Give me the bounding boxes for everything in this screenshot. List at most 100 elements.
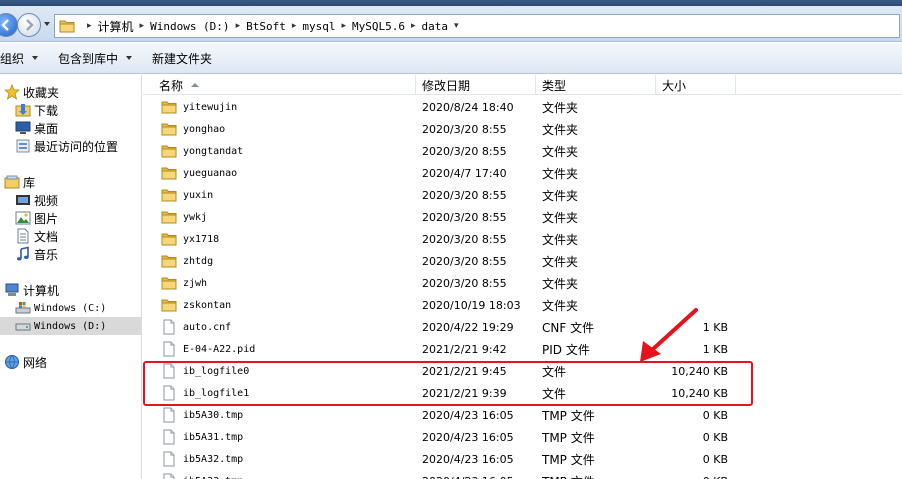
back-arrow-icon (1, 19, 9, 31)
star-icon (4, 84, 20, 100)
file-name-cell: zskontan (161, 294, 231, 316)
sidebar-computer[interactable]: 计算机 (4, 281, 59, 299)
file-row[interactable]: ib5A30.tmp 2020/4/23 16:05 TMP 文件 0 KB (143, 404, 902, 426)
include-library-label: 包含到库中 (58, 51, 119, 66)
file-date: 2020/3/20 8:55 (422, 232, 507, 246)
column-header-date[interactable]: 修改日期 (416, 75, 536, 95)
sidebar-item-downloads[interactable]: 下载 (15, 101, 58, 119)
file-type: 文件夹 (542, 144, 579, 159)
forward-button[interactable] (17, 13, 41, 37)
file-type: TMP 文件 (542, 452, 595, 467)
file-row[interactable]: yonghao 2020/3/20 8:55 文件夹 (143, 118, 902, 140)
breadcrumb-separator-icon[interactable]: ▸ (236, 21, 241, 31)
file-date: 2020/3/20 8:55 (422, 188, 507, 202)
command-toolbar: 组织 包含到库中 新建文件夹 (0, 43, 902, 74)
breadcrumb-item[interactable]: Windows (D:) (150, 20, 229, 33)
sidebar-network[interactable]: 网络 (4, 353, 47, 371)
breadcrumb-separator-icon[interactable]: ▸ (87, 21, 92, 31)
file-row[interactable]: ib5A31.tmp 2020/4/23 16:05 TMP 文件 0 KB (143, 426, 902, 448)
file-date: 2020/10/19 18:03 (422, 298, 521, 312)
file-icon (163, 473, 175, 479)
breadcrumb-item[interactable]: mysql (302, 20, 335, 33)
column-header-type[interactable]: 类型 (536, 75, 656, 95)
include-in-library-menu[interactable]: 包含到库中 (50, 43, 140, 73)
file-row[interactable]: yuxin 2020/3/20 8:55 文件夹 (143, 184, 902, 206)
computer-icon (5, 283, 19, 296)
file-name-cell: E-04-A22.pid (161, 338, 255, 360)
breadcrumb-separator-icon[interactable]: ▸ (140, 21, 145, 31)
file-row[interactable]: yx1718 2020/3/20 8:55 文件夹 (143, 228, 902, 250)
file-size (646, 250, 728, 272)
file-row[interactable]: zskontan 2020/10/19 18:03 文件夹 (143, 294, 902, 316)
file-name: auto.cnf (183, 321, 232, 333)
file-type: TMP 文件 (542, 408, 595, 423)
organize-menu[interactable]: 组织 (0, 43, 46, 73)
sidebar-item-drive-c[interactable]: Windows (C:) (15, 299, 106, 317)
file-size: 0 KB (702, 408, 728, 422)
file-row[interactable]: yueguanao 2020/4/7 17:40 文件夹 (143, 162, 902, 184)
file-name: yueguanao (183, 167, 238, 179)
file-name: zhtdg (183, 255, 214, 267)
file-type: 文件夹 (542, 254, 579, 269)
chevron-down-icon (32, 56, 39, 60)
file-row[interactable]: ib5A32.tmp 2020/4/23 16:05 TMP 文件 0 KB (143, 448, 902, 470)
file-date: 2020/4/23 16:05 (422, 470, 514, 479)
file-icon (163, 429, 175, 445)
file-icon (163, 451, 175, 467)
sidebar-item-drive-d[interactable]: Windows (D:) (0, 317, 141, 335)
file-name: zjwh (183, 277, 208, 289)
address-field[interactable]: ▸ 计算机 ▸ Windows (D:) ▸ BtSoft ▸ mysql ▸ MySQL5.6 ▸… (54, 14, 900, 38)
sidebar-item-videos[interactable]: 视频 (15, 191, 58, 209)
sidebar-item-documents[interactable]: 文档 (15, 227, 58, 245)
sidebar-item-desktop[interactable]: 桌面 (15, 119, 58, 137)
column-header-name[interactable]: 名称 (153, 75, 416, 95)
file-type: 文件夹 (542, 298, 579, 313)
breadcrumb-item[interactable]: BtSoft (246, 20, 286, 33)
file-icon (163, 341, 175, 357)
file-row[interactable]: ywkj 2020/3/20 8:55 文件夹 (143, 206, 902, 228)
file-type: CNF 文件 (542, 320, 595, 335)
desktop-icon (15, 121, 31, 134)
file-name-cell: ib5A31.tmp (161, 426, 243, 448)
breadcrumb-separator-icon[interactable]: ▸ (292, 21, 297, 31)
file-row[interactable]: ib5A33.tmp 2020/4/23 16:05 TMP 文件 0 KB (143, 470, 902, 479)
recent-pages-dropdown[interactable] (44, 22, 50, 26)
breadcrumb-separator-icon[interactable]: ▸ (342, 21, 347, 31)
breadcrumb-separator-icon[interactable]: ▸ (411, 21, 416, 31)
file-row[interactable]: yitewujin 2020/8/24 18:40 文件夹 (143, 96, 902, 118)
file-date: 2020/3/20 8:55 (422, 254, 507, 268)
file-type: 文件夹 (542, 100, 579, 115)
pictures-library-icon (15, 211, 31, 225)
file-type: 文件夹 (542, 122, 579, 137)
breadcrumb-dropdown-icon[interactable]: ▾ (454, 21, 459, 31)
sidebar-item-music[interactable]: 音乐 (15, 245, 58, 263)
folder-icon (161, 167, 177, 180)
new-folder-label: 新建文件夹 (152, 51, 213, 66)
file-name-cell: ywkj (161, 206, 207, 228)
breadcrumb-item[interactable]: data (422, 20, 449, 33)
file-row[interactable]: yongtandat 2020/3/20 8:55 文件夹 (143, 140, 902, 162)
file-date: 2020/8/24 18:40 (422, 100, 514, 114)
sidebar-item-pictures[interactable]: 图片 (15, 209, 58, 227)
file-row[interactable]: zhtdg 2020/3/20 8:55 文件夹 (143, 250, 902, 272)
documents-library-icon (17, 228, 29, 244)
column-header-size[interactable]: 大小 (656, 75, 736, 95)
breadcrumb-item[interactable]: MySQL5.6 (352, 20, 405, 33)
file-row[interactable]: zjwh 2020/3/20 8:55 文件夹 (143, 272, 902, 294)
sidebar-item-recent-places[interactable]: 最近访问的位置 (15, 137, 118, 155)
breadcrumb-item[interactable]: 计算机 (98, 18, 134, 35)
sidebar-libraries[interactable]: 库 (4, 173, 35, 191)
folder-icon (161, 145, 177, 158)
file-size (646, 162, 728, 184)
file-row[interactable]: E-04-A22.pid 2021/2/21 9:42 PID 文件 1 KB (143, 338, 902, 360)
file-date: 2020/3/20 8:55 (422, 210, 507, 224)
file-size (646, 184, 728, 206)
file-type: 文件夹 (542, 276, 579, 291)
file-size (646, 228, 728, 250)
sidebar-favorites[interactable]: 收藏夹 (4, 83, 59, 101)
back-button[interactable] (0, 13, 18, 37)
file-row[interactable]: auto.cnf 2020/4/22 19:29 CNF 文件 1 KB (143, 316, 902, 338)
file-size: 1 KB (702, 320, 728, 334)
folder-icon (161, 277, 177, 290)
new-folder-button[interactable]: 新建文件夹 (144, 43, 220, 73)
